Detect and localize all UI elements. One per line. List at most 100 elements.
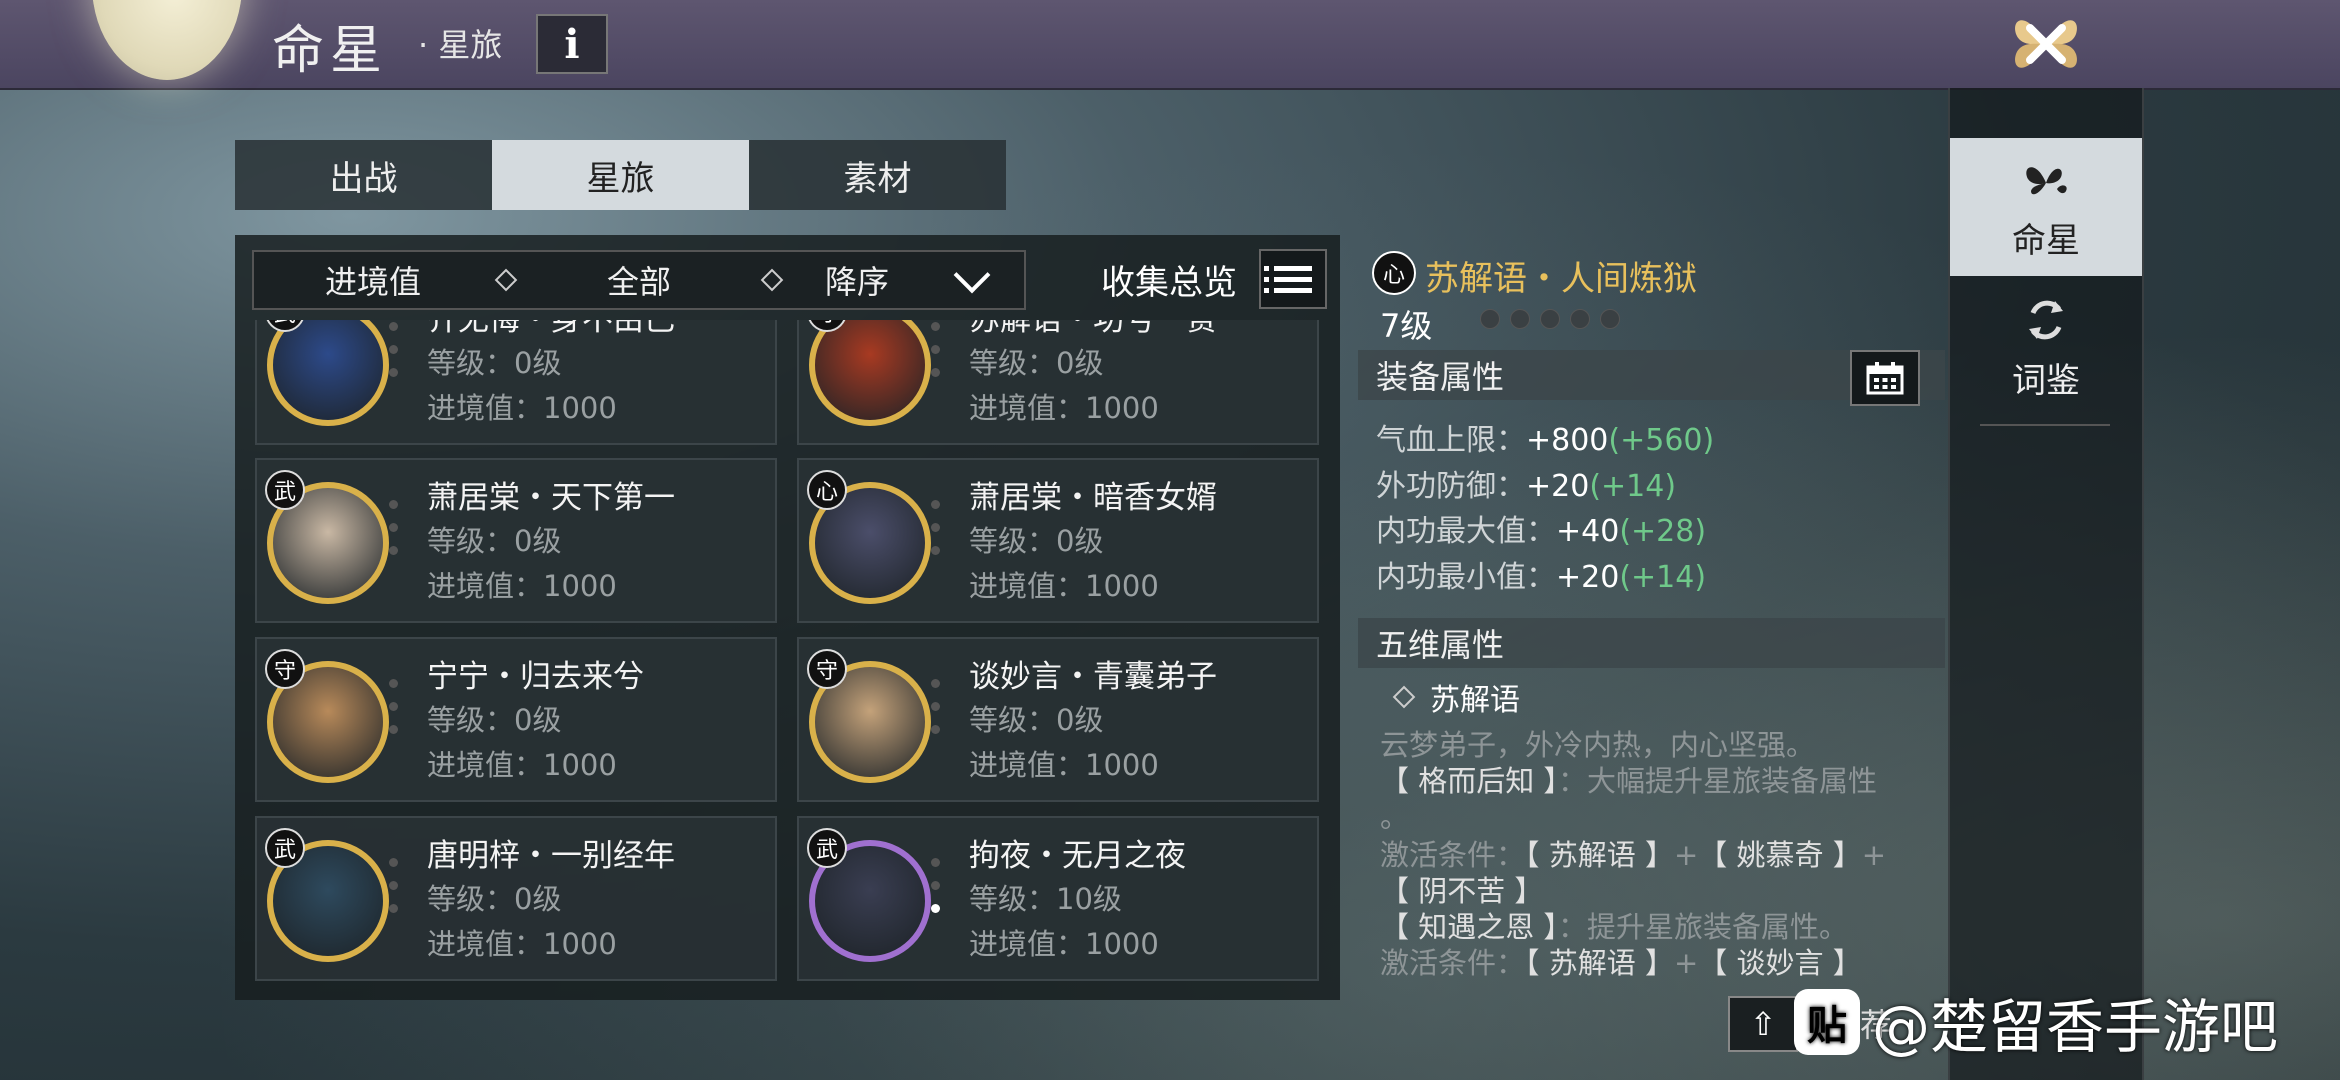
skill-1-name: 【 格而后知 】 xyxy=(1380,764,1558,798)
attr-bonus: (+14) xyxy=(1589,469,1677,504)
type-badge: 守 xyxy=(265,649,305,689)
page-subtitle: · 星旅 xyxy=(418,26,503,64)
star-dots xyxy=(389,500,399,569)
attr-row: 气血上限：+800(+560) xyxy=(1376,415,1714,459)
cond-plus: + xyxy=(1861,838,1887,872)
card-item[interactable]: 心 萧居棠・暗香女婿 等级：0级 进境值：1000 xyxy=(797,458,1319,623)
star-dots xyxy=(389,858,399,927)
attr-label: 外功防御： xyxy=(1376,469,1526,504)
attr-label: 气血上限： xyxy=(1376,423,1526,458)
card-progress: 进境值：1000 xyxy=(969,927,1159,961)
card-item[interactable]: 守 苏解语・功亏一篑 等级：0级 进境值：1000 xyxy=(797,320,1319,445)
info-button[interactable]: i xyxy=(536,14,608,74)
cond-name: 【 苏解语 】 xyxy=(1525,946,1674,980)
close-button[interactable] xyxy=(1990,0,2102,88)
watermark: 贴 @楚留香手游吧 xyxy=(1794,980,2278,1064)
equip-attr-title: 装备属性 xyxy=(1376,358,1505,396)
card-progress: 进境值：1000 xyxy=(969,748,1159,782)
calendar-icon xyxy=(1866,362,1904,395)
detail-type-badge: 心 xyxy=(1372,251,1416,295)
card-item[interactable]: 守 宁宁・归去来兮 等级：0级 进境值：1000 xyxy=(255,637,777,802)
card-item[interactable]: 武 拘夜・无月之夜 等级：10级 进境值：1000 xyxy=(797,816,1319,981)
avatar xyxy=(809,320,931,426)
five-attr-header: 五维属性 xyxy=(1358,618,1945,668)
condition-1: 激活条件：【 苏解语 】+【 姚慕奇 】+ xyxy=(1380,837,1940,873)
skill-2-name: 【 知遇之恩 】 xyxy=(1380,910,1558,944)
card-level: 等级：0级 xyxy=(969,703,1104,737)
category-label: 全部 xyxy=(606,263,671,301)
star-dots xyxy=(931,679,941,748)
attr-label: 内功最小值： xyxy=(1376,560,1556,595)
card-level: 等级：0级 xyxy=(969,346,1104,380)
card-level: 等级：0级 xyxy=(427,882,562,916)
set-description: 云梦弟子，外冷内热，内心坚强。 xyxy=(1380,728,1816,762)
attr-value: +800 xyxy=(1526,423,1609,458)
type-badge: 武 xyxy=(265,470,305,510)
attr-label: 内功最大值： xyxy=(1376,514,1556,549)
attribute-table-button[interactable] xyxy=(1850,350,1920,406)
star-dots xyxy=(389,322,399,391)
star-dots xyxy=(931,500,941,569)
attr-value: +20 xyxy=(1556,560,1620,595)
skill-1-end: 。 xyxy=(1380,800,1410,834)
filter-bar: 进境值 全部 降序 xyxy=(252,250,1026,310)
cond-plus: + xyxy=(1673,838,1699,872)
nav-word-collection[interactable]: 词鉴 xyxy=(1950,278,2142,416)
card-level: 等级：0级 xyxy=(427,703,562,737)
card-progress: 进境值：1000 xyxy=(969,569,1159,603)
chevron-down-icon xyxy=(953,256,991,294)
cond-name: 【 谈妙言 】 xyxy=(1698,946,1862,980)
tab-materials[interactable]: 素材 xyxy=(749,140,1006,210)
cycle-icon xyxy=(2029,300,2063,339)
collect-overview-button[interactable] xyxy=(1259,249,1327,309)
nav-fate-star-label: 命星 xyxy=(2012,220,2080,261)
watermark-logo: 贴 xyxy=(1794,989,1860,1055)
sort-by-dropdown[interactable]: 进境值 xyxy=(254,257,492,303)
card-item[interactable]: 武 萧居棠・天下第一 等级：0级 进境值：1000 xyxy=(255,458,777,623)
star-dots xyxy=(931,858,941,927)
card-item[interactable]: 武 齐无悔・身不由己 等级：0级 进境值：1000 xyxy=(255,320,777,445)
cond-name: 【 苏解语 】 xyxy=(1525,838,1674,872)
card-level: 等级：0级 xyxy=(427,524,562,558)
cond-name: 【 姚慕奇 】 xyxy=(1698,838,1862,872)
detail-name: 苏解语・人间炼狱 xyxy=(1425,259,1697,299)
order-dropdown[interactable]: 降序 xyxy=(786,256,1024,303)
type-badge: 守 xyxy=(807,649,847,689)
moon-decoration xyxy=(92,0,242,80)
sort-by-label: 进境值 xyxy=(324,263,421,301)
cond-plus: + xyxy=(1673,946,1699,980)
cond-label: 激活条件： xyxy=(1380,946,1526,980)
skill-1-desc: ：大幅提升星旅装备属性 xyxy=(1557,764,1877,798)
tab-star-journey[interactable]: 星旅 xyxy=(492,140,749,210)
nav-fate-star[interactable]: 命星 xyxy=(1950,138,2142,276)
type-badge: 心 xyxy=(807,470,847,510)
card-name: 宁宁・归去来兮 xyxy=(427,659,644,695)
detail-level: 7级 xyxy=(1380,307,1433,345)
attr-row: 外功防御：+20(+14) xyxy=(1376,461,1676,505)
type-badge: 武 xyxy=(807,828,847,868)
card-grid: 武 齐无悔・身不由己 等级：0级 进境值：1000 守 苏解语・功亏一篑 等级：… xyxy=(255,320,1327,995)
card-name: 拘夜・无月之夜 xyxy=(969,838,1186,874)
skill-2-desc: ：提升星旅装备属性。 xyxy=(1557,910,1848,944)
card-name: 苏解语・功亏一篑 xyxy=(969,320,1217,338)
close-icon xyxy=(2015,20,2077,68)
nav-word-collection-label: 词鉴 xyxy=(2012,360,2080,401)
category-dropdown[interactable]: 全部 xyxy=(520,257,758,303)
butterfly-icon xyxy=(2026,166,2067,194)
card-item[interactable]: 武 唐明梓・一别经年 等级：0级 进境值：1000 xyxy=(255,816,777,981)
card-name: 萧居棠・暗香女婿 xyxy=(969,480,1217,516)
card-name: 齐无悔・身不由己 xyxy=(427,320,675,338)
attr-value: +40 xyxy=(1556,514,1620,549)
card-progress: 进境值：1000 xyxy=(427,391,617,425)
order-label: 降序 xyxy=(824,263,889,301)
skill-1: 【 格而后知 】：大幅提升星旅装备属性 xyxy=(1380,763,1940,799)
set-name-label: 苏解语 xyxy=(1430,683,1520,718)
card-item[interactable]: 守 谈妙言・青囊弟子 等级：0级 进境值：1000 xyxy=(797,637,1319,802)
star-dots xyxy=(389,679,399,748)
nav-divider xyxy=(1980,424,2110,426)
tab-battle[interactable]: 出战 xyxy=(235,140,492,210)
attr-bonus: (+560) xyxy=(1608,423,1715,458)
condition-2: 激活条件：【 苏解语 】+【 谈妙言 】 xyxy=(1380,945,1940,981)
scroll-up-button[interactable]: ⇧ xyxy=(1728,996,1798,1052)
attr-bonus: (+28) xyxy=(1619,514,1707,549)
